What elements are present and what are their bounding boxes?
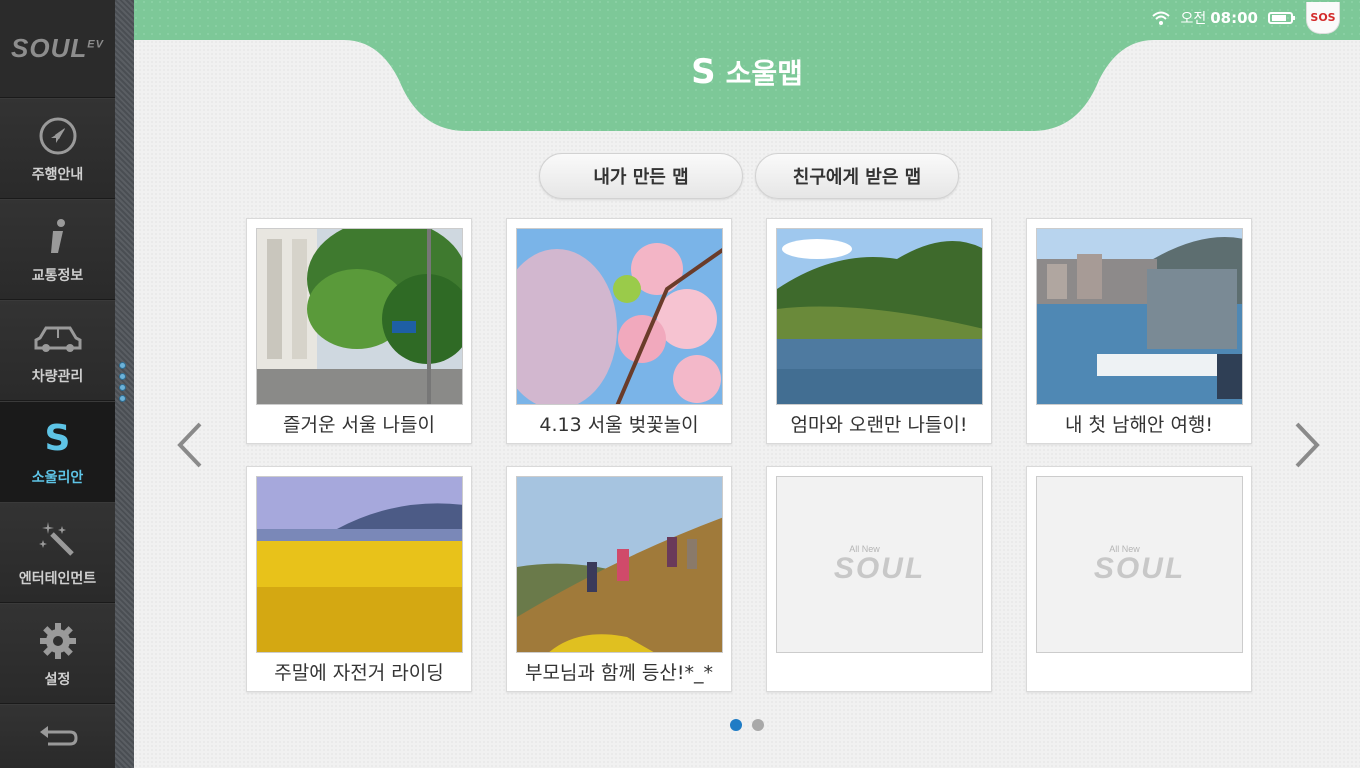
map-photo — [776, 228, 983, 405]
status-bar: 오전 08:00 SOS — [1152, 0, 1340, 36]
empty-map-card[interactable]: All New SOUL — [1026, 466, 1252, 692]
clock: 08:00 — [1210, 9, 1258, 27]
sidebar-item-settings[interactable]: 설정 — [0, 603, 115, 704]
sidebar-item-vehicle[interactable]: 차량관리 — [0, 300, 115, 401]
page-title-text: 소울맵 — [725, 57, 803, 90]
map-tabs: 내가 만든 맵 친구에게 받은 맵 — [539, 153, 959, 199]
magic-wand-icon — [38, 518, 78, 562]
logo-suffix: EV — [87, 38, 104, 51]
tab-my-maps[interactable]: 내가 만든 맵 — [539, 153, 743, 199]
map-caption: 부모님과 함께 등산!*_* — [524, 662, 714, 684]
car-icon — [34, 316, 82, 360]
map-card[interactable]: 내 첫 남해안 여행! — [1026, 218, 1252, 444]
page-indicator — [730, 719, 764, 731]
main-content: 오전 08:00 SOS S 소울맵 내가 만든 맵 친구에게 받은 맵 즐거운… — [134, 0, 1360, 768]
battery-icon — [1268, 12, 1295, 24]
map-photo — [256, 476, 463, 653]
map-caption: 엄마와 오랜만 나들이! — [790, 414, 968, 436]
sidebar-item-label: 소울리안 — [31, 469, 84, 486]
sidebar-item-soulian[interactable]: S 소울리안 — [0, 401, 115, 502]
s-logo-icon: S — [691, 52, 716, 92]
logo-text: SOUL — [11, 33, 88, 63]
back-arrow-icon — [39, 725, 78, 745]
sidebar-item-label: 주행안내 — [31, 166, 84, 183]
wifi-icon — [1152, 11, 1171, 25]
time-period: 오전 — [1180, 11, 1207, 27]
handle-dot — [119, 384, 126, 391]
map-grid: 즐거운 서울 나들이 4.13 서울 벚꽃놀이 엄마와 오랜만 나들이! 내 첫… — [246, 218, 1252, 692]
sidebar-item-traffic[interactable]: 교통정보 — [0, 199, 115, 300]
map-card[interactable]: 4.13 서울 벚꽃놀이 — [506, 218, 732, 444]
placeholder-logo: SOUL — [833, 551, 926, 585]
info-icon — [43, 215, 73, 259]
sidebar-item-entertainment[interactable]: 엔터테인먼트 — [0, 502, 115, 603]
tab-received-maps[interactable]: 친구에게 받은 맵 — [755, 153, 959, 199]
page-dot-2[interactable] — [752, 719, 764, 731]
map-caption: 내 첫 남해안 여행! — [1064, 414, 1214, 436]
map-caption: 주말에 자전거 라이딩 — [274, 662, 444, 684]
map-photo — [1036, 228, 1243, 405]
map-photo — [516, 476, 723, 653]
map-card[interactable]: 부모님과 함께 등산!*_* — [506, 466, 732, 692]
page-title: S 소울맵 — [134, 52, 1360, 92]
map-caption: 즐거운 서울 나들이 — [283, 414, 435, 436]
navigation-icon — [38, 114, 78, 158]
placeholder-photo: All New SOUL — [776, 476, 983, 653]
map-card[interactable]: 엄마와 오랜만 나들이! — [766, 218, 992, 444]
sidebar-item-navigation[interactable]: 주행안내 — [0, 98, 115, 199]
sidebar-item-label: 차량관리 — [31, 368, 84, 385]
page-dot-1[interactable] — [730, 719, 742, 731]
sos-button[interactable]: SOS — [1306, 2, 1340, 34]
sidebar-item-label: 설정 — [44, 671, 71, 688]
map-card[interactable]: 주말에 자전거 라이딩 — [246, 466, 472, 692]
handle-dot — [119, 395, 126, 402]
sidebar: SOULEV 주행안내 교통정보 차량관리 S 소울리안 엔터테인먼트 설정 — [0, 0, 115, 768]
handle-dot — [119, 362, 126, 369]
map-caption: 4.13 서울 벚꽃놀이 — [539, 414, 699, 436]
map-photo — [516, 228, 723, 405]
handle-dot — [119, 373, 126, 380]
sidebar-item-label: 엔터테인먼트 — [18, 570, 97, 587]
map-photo — [256, 228, 463, 405]
soul-ev-logo: SOULEV — [0, 0, 115, 98]
sidebar-item-label: 교통정보 — [31, 267, 84, 284]
empty-map-card[interactable]: All New SOUL — [766, 466, 992, 692]
sidebar-drag-handle[interactable] — [119, 362, 129, 402]
map-card[interactable]: 즐거운 서울 나들이 — [246, 218, 472, 444]
s-logo-icon: S — [44, 418, 71, 459]
gear-icon — [39, 619, 77, 663]
prev-page-arrow[interactable] — [170, 420, 210, 470]
placeholder-logo: SOUL — [1093, 551, 1186, 585]
next-page-arrow[interactable] — [1287, 420, 1327, 470]
back-button[interactable] — [0, 704, 115, 768]
placeholder-photo: All New SOUL — [1036, 476, 1243, 653]
